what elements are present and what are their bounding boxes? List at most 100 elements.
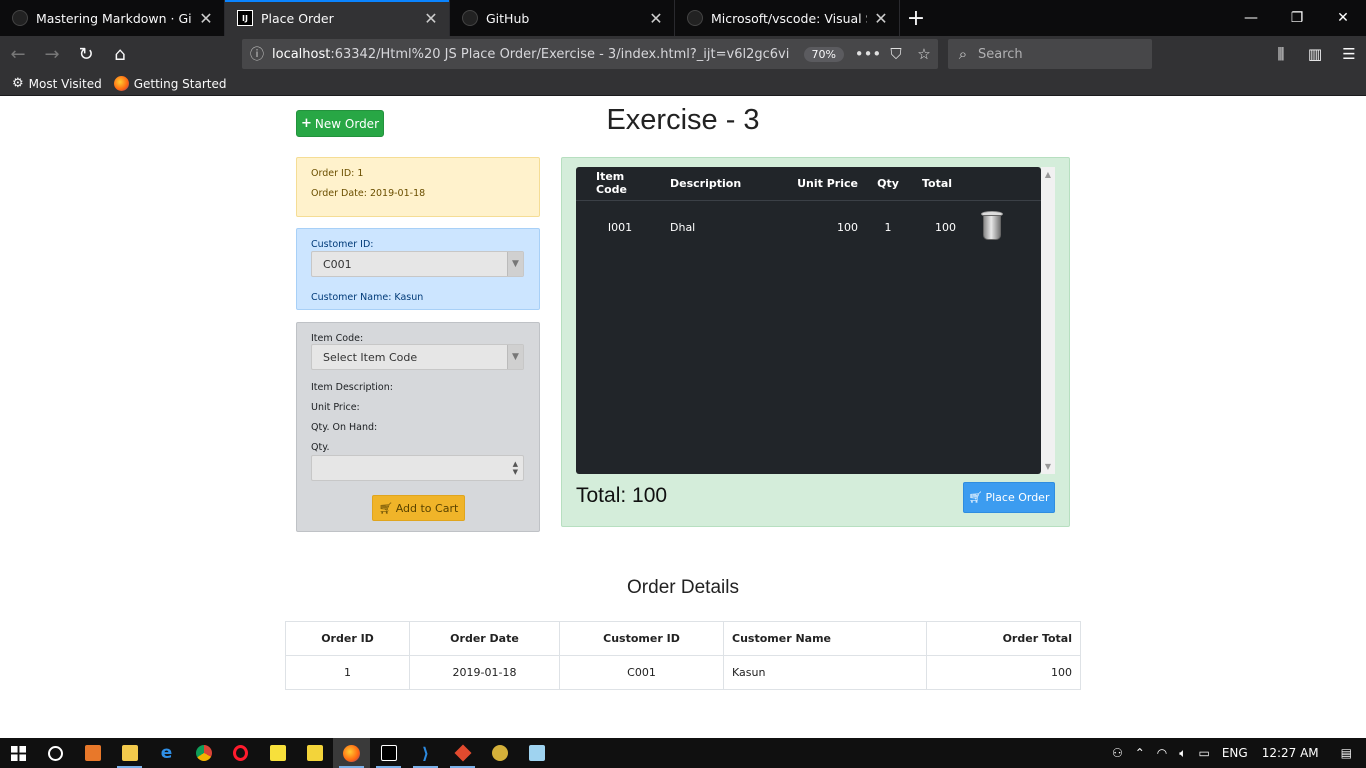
tab-title: Mastering Markdown · GitHub [36, 10, 192, 26]
order-header-row: Order ID Order Date Customer ID Customer… [285, 621, 1081, 656]
item-code-label: Item Code: [311, 333, 364, 344]
col-item-code: Item Code [576, 167, 664, 201]
plus-icon: + [301, 116, 312, 131]
close-window-button[interactable]: ✕ [1320, 0, 1366, 36]
wifi-icon[interactable]: ◠ [1157, 746, 1167, 760]
system-tray: ⚇ ⌃ ◠ 🔈︎ ▭ ENG 12:27 AM ▤ [1106, 738, 1366, 768]
media-player-icon[interactable] [296, 738, 333, 768]
close-icon[interactable]: ✕ [648, 9, 664, 28]
pocket-icon[interactable]: ⛉ [882, 45, 910, 63]
chevron-down-icon: ▼ [507, 252, 523, 276]
close-icon[interactable]: ✕ [198, 9, 214, 28]
cell-total: 100 [935, 220, 956, 234]
vscode-icon[interactable]: ⟩ [407, 738, 444, 768]
cortana-icon[interactable] [37, 738, 74, 768]
site-info-icon[interactable]: ⓘ [242, 44, 272, 64]
browser-nav-bar: ← → ↻ ⌂ ⓘ localhost:63342/Html%20 JS Pla… [0, 36, 1366, 72]
order-details-table: Order ID Order Date Customer ID Customer… [285, 621, 1081, 690]
col-unit-price: Unit Price [774, 167, 864, 201]
tab-github[interactable]: GitHub ✕ [450, 0, 675, 36]
back-button[interactable]: ← [2, 38, 34, 70]
window-controls: — ❐ ✕ [1228, 0, 1366, 36]
restore-button[interactable]: ❐ [1274, 0, 1320, 36]
new-order-button[interactable]: + New Order [296, 110, 384, 137]
volume-icon[interactable]: 🔈︎ [1179, 746, 1186, 761]
zoom-indicator[interactable]: 70% [803, 46, 844, 62]
browser-tab-bar: Mastering Markdown · GitHub ✕ IJ Place O… [0, 0, 1366, 36]
reload-button[interactable]: ↻ [70, 38, 102, 70]
page-actions-icon[interactable]: ••• [854, 45, 882, 63]
xampp-icon[interactable] [74, 738, 111, 768]
url-bar[interactable]: ⓘ localhost:63342/Html%20 JS Place Order… [242, 39, 938, 69]
cart-scrollbar[interactable]: ▲ ▼ [1041, 167, 1055, 474]
library-icon[interactable]: ⫼ [1264, 36, 1298, 72]
spinner-icon[interactable]: ▲ ▼ [513, 460, 518, 476]
home-button[interactable]: ⌂ [104, 38, 136, 70]
intellij-taskbar-icon[interactable] [370, 738, 407, 768]
order-details-title: Order Details [627, 577, 739, 598]
firefox-icon [113, 76, 129, 91]
scroll-down-icon[interactable]: ▼ [1041, 462, 1055, 471]
customer-id-label: Customer ID: [311, 239, 374, 250]
file-explorer-icon[interactable] [111, 738, 148, 768]
qty-input[interactable]: ▲ ▼ [311, 455, 524, 481]
intellij-icon: IJ [237, 10, 253, 26]
chrome-icon[interactable] [185, 738, 222, 768]
tab-mastering-markdown[interactable]: Mastering Markdown · GitHub ✕ [0, 0, 225, 36]
tab-place-order[interactable]: IJ Place Order ✕ [225, 0, 450, 36]
git-icon[interactable] [444, 738, 481, 768]
col-description: Description [664, 167, 774, 201]
opera-icon[interactable] [222, 738, 259, 768]
cart-panel: Item Code Description Unit Price Qty Tot… [561, 157, 1070, 527]
item-code-select[interactable]: Select Item Code ▼ [311, 344, 524, 370]
action-center-icon[interactable]: ▤ [1341, 746, 1352, 760]
new-tab-button[interactable]: + [900, 0, 932, 36]
notepad-icon[interactable] [518, 738, 555, 768]
col-order-total: Order Total [926, 621, 1081, 656]
order-info-card: Order ID: 1 Order Date: 2019-01-18 [296, 157, 540, 217]
app-icon[interactable] [481, 738, 518, 768]
bookmark-most-visited[interactable]: ⚙ Most Visited [12, 76, 102, 91]
firefox-taskbar-icon[interactable] [333, 738, 370, 768]
tab-vscode[interactable]: Microsoft/vscode: Visual Studio ✕ [675, 0, 900, 36]
col-order-date: Order Date [409, 621, 560, 656]
clock[interactable]: 12:27 AM [1262, 746, 1319, 760]
chevron-up-icon[interactable]: ⌃ [1135, 746, 1145, 760]
qty-on-hand-label: Qty. On Hand: [311, 422, 378, 433]
search-bar[interactable]: ⌕ Search [948, 39, 1152, 69]
language-indicator[interactable]: ENG [1222, 746, 1248, 760]
place-order-button[interactable]: 🛒︎ Place Order [963, 482, 1055, 513]
sticky-notes-icon[interactable] [259, 738, 296, 768]
bookmarks-bar: ⚙ Most Visited Getting Started [0, 72, 1366, 96]
bookmark-getting-started[interactable]: Getting Started [113, 76, 227, 91]
battery-icon[interactable]: ▭ [1198, 746, 1209, 760]
edge-icon[interactable]: e [148, 738, 185, 768]
unit-price-label: Unit Price: [311, 402, 360, 413]
close-icon[interactable]: ✕ [873, 9, 889, 28]
menu-icon[interactable]: ☰ [1332, 36, 1366, 72]
item-code-placeholder: Select Item Code [323, 350, 418, 364]
trash-icon[interactable] [980, 210, 1004, 241]
url-path: :63342/Html%20 JS Place Order/Exercise -… [330, 46, 790, 62]
tab-title: GitHub [486, 10, 530, 26]
windows-start-icon[interactable] [0, 738, 37, 768]
bookmark-star-icon[interactable]: ☆ [910, 45, 938, 63]
people-icon[interactable]: ⚇ [1112, 746, 1123, 760]
minimize-button[interactable]: — [1228, 0, 1274, 36]
forward-button[interactable]: → [36, 38, 68, 70]
new-order-label: New Order [314, 116, 379, 131]
item-form-card: Item Code: Select Item Code ▼ Item Descr… [296, 322, 540, 532]
url-text[interactable]: localhost:63342/Html%20 JS Place Order/E… [272, 47, 804, 62]
chevron-down-icon: ▼ [507, 345, 523, 369]
order-date-text: Order Date: 2019-01-18 [311, 188, 426, 199]
cell-action [962, 200, 1041, 254]
cell-unit-price: 100 [837, 220, 858, 234]
close-icon[interactable]: ✕ [423, 9, 439, 28]
scroll-up-icon[interactable]: ▲ [1041, 170, 1055, 179]
github-icon [462, 10, 478, 26]
customer-id-select[interactable]: C001 ▼ [311, 251, 524, 277]
sidebar-icon[interactable]: ▥ [1298, 36, 1332, 72]
add-to-cart-button[interactable]: 🛒︎ Add to Cart [372, 495, 465, 521]
cell-item-code: I001 [607, 220, 633, 234]
bookmark-label: Getting Started [133, 76, 227, 91]
